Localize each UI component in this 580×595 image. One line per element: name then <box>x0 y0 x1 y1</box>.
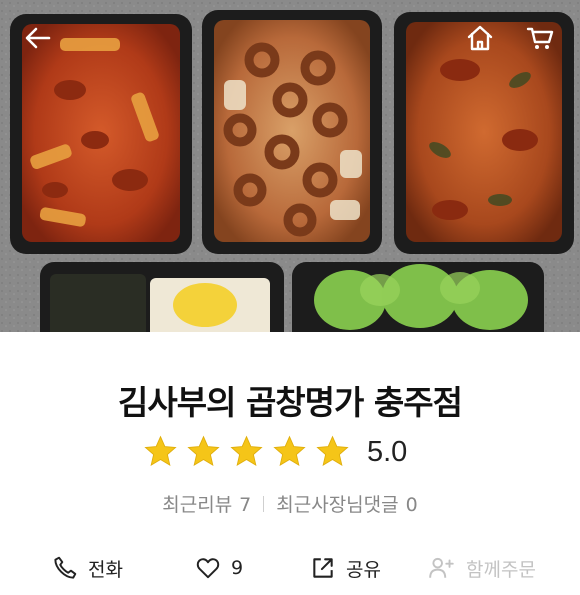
share-label: 공유 <box>346 558 381 581</box>
order-together-button[interactable]: 함께주문 <box>428 550 536 586</box>
owner-replies-count: 0 <box>405 494 418 516</box>
cart-button[interactable] <box>520 18 560 58</box>
star-icon <box>316 435 349 466</box>
stats-divider <box>263 495 265 512</box>
store-hero-photo <box>0 0 580 332</box>
store-info-panel: 김사부의 곱창명가 충주점 5.0 최근리뷰 7 최근사장님댓글 0 전화 9 <box>0 332 580 595</box>
call-button[interactable]: 전화 <box>52 550 123 586</box>
owner-replies-label: 최근사장님댓글 <box>276 494 399 516</box>
home-button[interactable] <box>460 18 500 58</box>
heart-icon <box>196 558 220 579</box>
phone-icon <box>54 556 77 579</box>
call-label: 전화 <box>88 558 123 581</box>
like-button[interactable]: 9 <box>195 550 243 586</box>
store-rating: 5.0 <box>142 432 407 472</box>
review-stats: 최근리뷰 7 최근사장님댓글 0 <box>0 490 580 517</box>
recent-reviews-count: 7 <box>239 494 252 516</box>
star-icon <box>230 435 263 466</box>
cart-icon <box>526 27 554 49</box>
top-navigation-bar <box>0 0 580 76</box>
like-count: 9 <box>231 557 244 579</box>
arrow-left-icon <box>25 27 51 49</box>
back-button[interactable] <box>18 18 58 58</box>
home-icon <box>467 25 493 51</box>
rating-value: 5.0 <box>367 435 408 468</box>
star-icon <box>187 435 220 466</box>
order-together-label: 함께주문 <box>466 558 536 581</box>
recent-reviews-label: 최근리뷰 <box>162 494 233 516</box>
share-icon <box>313 558 333 578</box>
store-actions-bar: 전화 9 공유 함께주문 <box>0 550 580 586</box>
store-name: 김사부의 곱창명가 충주점 <box>118 383 463 422</box>
owner-replies-link[interactable]: 최근사장님댓글 0 <box>276 490 417 517</box>
add-person-icon <box>429 557 454 578</box>
share-button[interactable]: 공유 <box>310 550 381 586</box>
star-icon <box>273 435 306 466</box>
recent-reviews-link[interactable]: 최근리뷰 7 <box>162 490 251 517</box>
star-icon <box>144 435 177 466</box>
